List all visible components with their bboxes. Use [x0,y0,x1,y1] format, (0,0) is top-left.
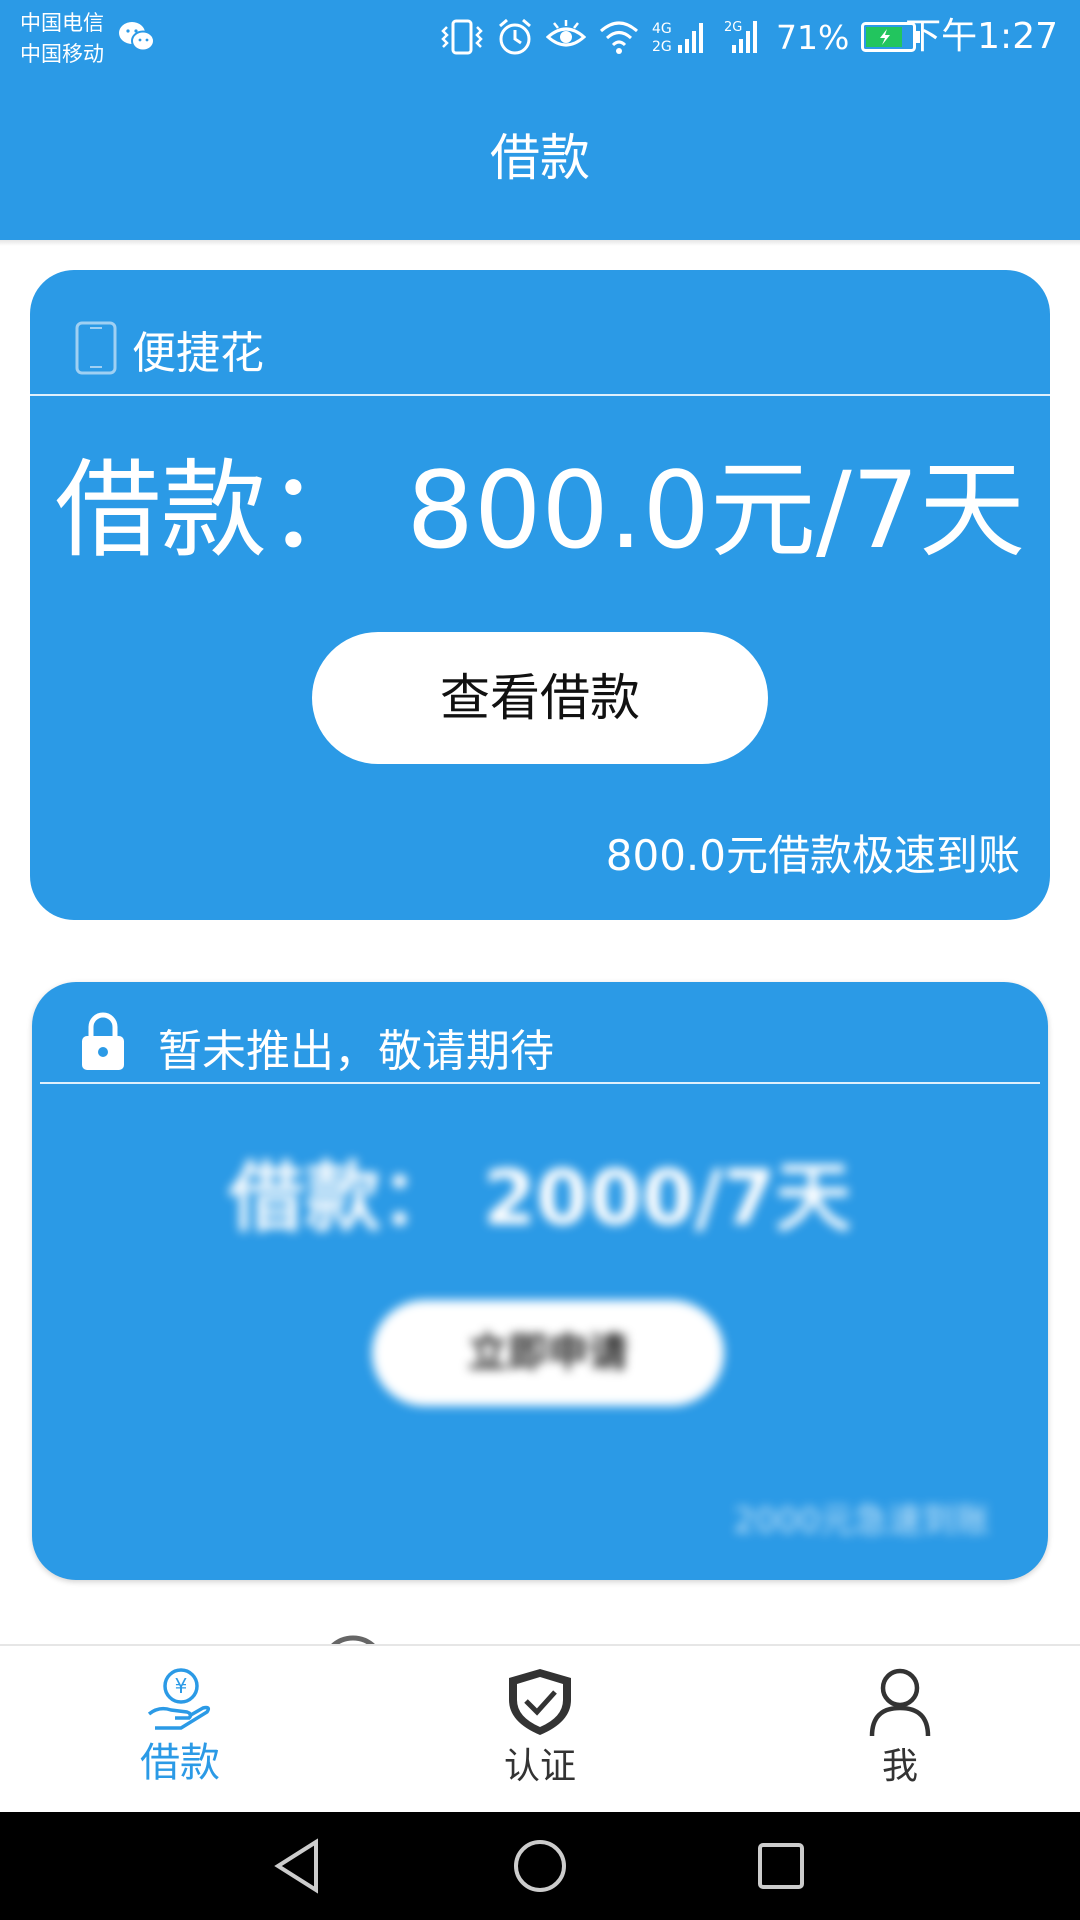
back-icon[interactable] [272,1836,322,1896]
loan-hand-yen-icon: ¥ [147,1668,211,1730]
card-header: 便捷花 [30,270,1050,396]
bottom-tab-bar: ¥ 借款 认证 我 [0,1644,1080,1812]
tab-certification[interactable]: 认证 [360,1646,720,1814]
loan-amount: 借款： 800.0元/7天 [54,449,1026,572]
person-icon [869,1668,931,1737]
coming-soon-label: 暂未推出，敬请期待 [158,1026,554,1077]
carrier-1: 中国电信 [20,11,104,35]
phone-icon [75,321,117,375]
loan-amount-blurred: 借款： 2000/7天 [228,1153,852,1242]
battery-percent: 71% [776,17,850,57]
tab-certification-label: 认证 [503,1746,576,1787]
page-title: 借款 [490,129,590,187]
system-nav-bar [0,1812,1080,1920]
view-loan-button[interactable]: 查看借款 [312,632,768,764]
apply-now-button: 立即申请 [372,1300,724,1406]
wifi-icon [600,21,638,54]
loan-footnote-blurred: 2000元急速到账 [733,1501,990,1541]
card-header: 暂未推出，敬请期待 [32,982,1048,1108]
lock-icon [82,1012,124,1070]
home-icon[interactable] [512,1836,568,1896]
app-header: 借款 [0,78,1080,240]
eye-icon [546,20,586,47]
alarm-icon [499,18,531,55]
card-divider [30,394,1050,396]
tab-me-label: 我 [881,1746,918,1787]
status-bar: 中国电信 中国移动 4G 2G 2G 71% 下午1:27 [0,0,1080,78]
svg-text:2G: 2G [724,20,742,35]
loan-footnote: 800.0元借款极速到账 [605,831,1020,880]
carrier-2: 中国移动 [20,42,104,66]
product-name: 便捷花 [132,328,264,379]
loan-product-card: 便捷花 借款： 800.0元/7天 查看借款 800.0元借款极速到账 [30,270,1050,920]
signal-4g-2g-icon: 4G 2G [652,21,703,55]
shield-check-icon [509,1669,571,1735]
wechat-icon [119,22,155,52]
signal-2g-icon: 2G [724,20,757,53]
status-icons: 4G 2G 2G 71% [440,12,921,62]
vibrate-icon [441,19,483,55]
svg-text:4G: 4G [652,21,672,37]
svg-text:2G: 2G [652,39,672,55]
card-divider [40,1082,1040,1084]
tab-loan[interactable]: ¥ 借款 [0,1646,360,1814]
clock: 下午1:27 [905,16,1058,57]
svg-text:¥: ¥ [175,1674,188,1698]
recents-icon[interactable] [756,1836,806,1896]
carrier-info: 中国电信 中国移动 [20,8,104,70]
locked-product-card: 暂未推出，敬请期待 借款： 2000/7天 立即申请 2000元急速到账 [32,982,1048,1580]
tab-loan-label: 借款 [140,1740,220,1786]
tab-me[interactable]: 我 [720,1646,1080,1814]
header-shadow [0,240,1080,246]
